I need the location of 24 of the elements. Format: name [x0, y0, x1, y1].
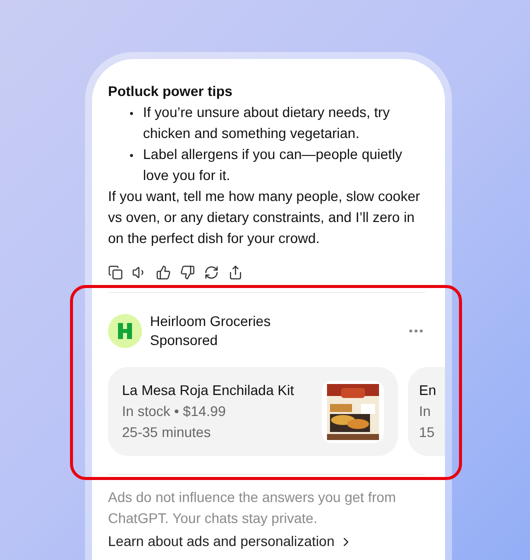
share-icon[interactable]: [228, 265, 243, 280]
product-name: En: [419, 381, 438, 400]
tip-text: If you’re unsure about dietary needs, try chicken and something vegetarian.: [143, 103, 391, 143]
product-detail: In: [419, 402, 432, 421]
logo-icon: [108, 314, 142, 348]
ads-link[interactable]: Learn about ads and personalization: [108, 531, 353, 552]
product-detail: In stock • $14.99: [122, 402, 227, 421]
product-card[interactable]: En In 15: [408, 367, 445, 456]
disclaimer-text: Ads do not influence the answers you get from ChatGPT. Your chats stay private.: [108, 488, 397, 528]
copy-icon[interactable]: [108, 265, 123, 280]
tip-text: Label allergens if you can—people quietly love you for it.: [143, 145, 404, 185]
reply-paragraph: If you want, tell me how many people, slow cooker vs oven, or any dietary constraints, and I’ll zero in on the perfect dish for your crowd.: [108, 187, 422, 248]
advertiser-name: Heirloom Groceries: [150, 312, 272, 331]
product-card[interactable]: La Mesa Roja Enchilada Kit In stock • $14.99 25-35 minutes: [108, 367, 398, 456]
refresh-icon[interactable]: [204, 265, 219, 280]
sponsored-label: Sponsored: [150, 331, 219, 350]
bullet-icon: [130, 112, 133, 115]
product-detail: 25-35 minutes: [122, 423, 212, 442]
bullet-icon: [130, 154, 133, 157]
product-name: La Mesa Roja Enchilada Kit: [122, 381, 295, 400]
product-detail: 15: [419, 423, 436, 442]
tips-heading: Potluck power tips: [108, 82, 234, 101]
thumbs-up-icon[interactable]: [156, 265, 171, 280]
thumbs-down-icon[interactable]: [180, 265, 195, 280]
